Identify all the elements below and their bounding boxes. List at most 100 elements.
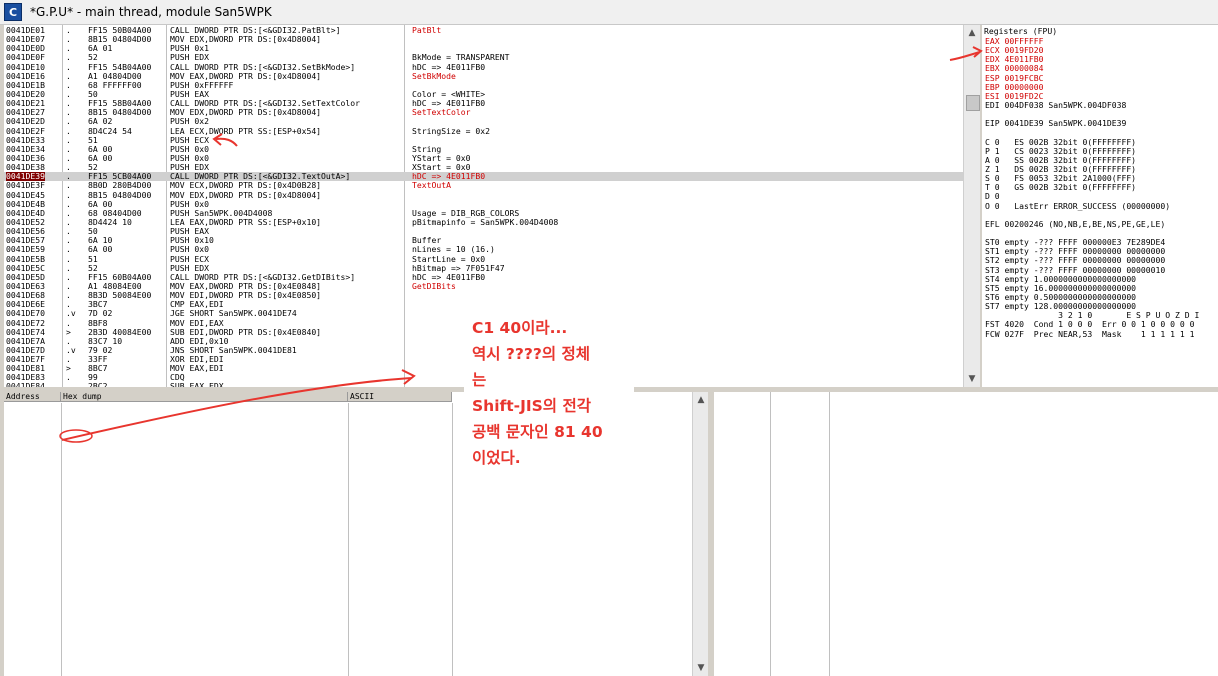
register-line[interactable]: ESI 0019FD2C: [985, 92, 1199, 101]
disasm-address[interactable]: 0041DE45: [6, 191, 45, 200]
register-line[interactable]: [985, 128, 1199, 137]
disasm-row[interactable]: 0041DE0D. 6A 01 PUSH 0x1: [4, 44, 964, 53]
disasm-address[interactable]: 0041DE7F: [6, 355, 45, 364]
register-line[interactable]: EAX 00FFFFFF: [985, 37, 1199, 46]
disasm-address[interactable]: 0041DE21: [6, 99, 45, 108]
register-line[interactable]: EDX 4E011FB0: [985, 55, 1199, 64]
scroll-down-icon[interactable]: ▼: [964, 371, 980, 387]
disasm-row[interactable]: 0041DE59. 6A 00 PUSH 0x0 nLines = 10 (16.): [4, 245, 964, 254]
disasm-row[interactable]: 0041DE36. 6A 00 PUSH 0x0 YStart = 0x0: [4, 154, 964, 163]
disasm-row[interactable]: 0041DE45. 8B15 04804D00 MOV EDX,DWORD PTR …: [4, 191, 964, 200]
disasm-address[interactable]: 0041DE6E: [6, 300, 45, 309]
register-line[interactable]: A 0 SS 002B 32bit 0(FFFFFFFF): [985, 156, 1199, 165]
disasm-address[interactable]: 0041DE56: [6, 227, 45, 236]
disasm-row[interactable]: 0041DE0F. 52 PUSH EDX BkMode = TRANSPARENT: [4, 53, 964, 62]
disasm-row[interactable]: 0041DE38. 52 PUSH EDX XStart = 0x0: [4, 163, 964, 172]
register-line[interactable]: D 0: [985, 192, 1199, 201]
disasm-address[interactable]: 0041DE5D: [6, 273, 45, 282]
disasm-address[interactable]: 0041DE27: [6, 108, 45, 117]
register-line[interactable]: O 0 LastErr ERROR_SUCCESS (00000000): [985, 202, 1199, 211]
disasm-address[interactable]: 0041DE74: [6, 328, 45, 337]
scroll-thumb[interactable]: [966, 95, 980, 111]
register-line[interactable]: C 0 ES 002B 32bit 0(FFFFFFFF): [985, 138, 1199, 147]
register-line[interactable]: 3 2 1 0 E S P U O Z D I: [985, 311, 1199, 320]
disasm-row[interactable]: 0041DE63. A1 48084E00 MOV EAX,DWORD PTR DS…: [4, 282, 964, 291]
disasm-address[interactable]: 0041DE34: [6, 145, 45, 154]
disasm-row[interactable]: 0041DE39. FF15 5CB04A00 CALL DWORD PTR DS:…: [4, 172, 964, 182]
disasm-address[interactable]: 0041DE81: [6, 364, 45, 373]
stack-pane[interactable]: 0019FCBC4E011FB0hDC = 4E011FB00019FCC000…: [714, 392, 1218, 676]
dump-scrollbar[interactable]: ▲ ▼: [692, 392, 708, 676]
disasm-address[interactable]: 0041DE20: [6, 90, 45, 99]
disasm-address[interactable]: 0041DE2F: [6, 127, 45, 136]
disasm-address[interactable]: 0041DE52: [6, 218, 45, 227]
register-line[interactable]: EDI 004DF038 San5WPK.004DF038: [985, 101, 1199, 110]
disasm-address[interactable]: 0041DE2D: [6, 117, 45, 126]
disasm-address[interactable]: 0041DE83: [6, 373, 45, 382]
disasm-row[interactable]: 0041DE4B. 6A 00 PUSH 0x0: [4, 200, 964, 209]
register-line[interactable]: [985, 229, 1199, 238]
disasm-row[interactable]: 0041DE16. A1 04804D00 MOV EAX,DWORD PTR DS…: [4, 72, 964, 81]
register-line[interactable]: EIP 0041DE39 San5WPK.0041DE39: [985, 119, 1199, 128]
disasm-row[interactable]: 0041DE68. 8B3D 50084E00 MOV EDI,DWORD PTR …: [4, 291, 964, 300]
disasm-row[interactable]: 0041DE33. 51 PUSH ECX: [4, 136, 964, 145]
register-line[interactable]: ST7 empty 128.00000000000000000: [985, 302, 1199, 311]
register-line[interactable]: ST0 empty -??? FFFF 000000E3 7E289DE4: [985, 238, 1199, 247]
register-line[interactable]: T 0 GS 002B 32bit 0(FFFFFFFF): [985, 183, 1199, 192]
disasm-address[interactable]: 0041DE36: [6, 154, 45, 163]
register-line[interactable]: EBX 00000084: [985, 64, 1199, 73]
dump-address-header[interactable]: Address: [4, 392, 61, 402]
disasm-row[interactable]: 0041DE57. 6A 10 PUSH 0x10 Buffer: [4, 236, 964, 245]
disasm-address[interactable]: 0041DE07: [6, 35, 45, 44]
disasm-address[interactable]: 0041DE5C: [6, 264, 45, 273]
disasm-row[interactable]: 0041DE3F. 8B0D 280B4D00 MOV ECX,DWORD PTR …: [4, 181, 964, 190]
register-line[interactable]: ST6 empty 0.5000000000000000000: [985, 293, 1199, 302]
disasm-address[interactable]: 0041DE70: [6, 309, 45, 318]
disasm-address[interactable]: 0041DE63: [6, 282, 45, 291]
disasm-address[interactable]: 0041DE39: [6, 172, 45, 182]
disassembly-scrollbar[interactable]: ▲ ▼: [963, 25, 980, 387]
register-line[interactable]: ST4 empty 1.0000000000000000000: [985, 275, 1199, 284]
disasm-address[interactable]: 0041DE57: [6, 236, 45, 245]
disasm-address[interactable]: 0041DE72: [6, 319, 45, 328]
disasm-row[interactable]: 0041DE2D. 6A 02 PUSH 0x2: [4, 117, 964, 126]
disasm-row[interactable]: 0041DE5D. FF15 60B04A00 CALL DWORD PTR DS:…: [4, 273, 964, 282]
disasm-address[interactable]: 0041DE59: [6, 245, 45, 254]
register-line[interactable]: EBP 00000000: [985, 83, 1199, 92]
disasm-row[interactable]: 0041DE5B. 51 PUSH ECX StartLine = 0x0: [4, 255, 964, 264]
disasm-address[interactable]: 0041DE4D: [6, 209, 45, 218]
disasm-row[interactable]: 0041DE07. 8B15 04804D00 MOV EDX,DWORD PTR …: [4, 35, 964, 44]
disasm-address[interactable]: 0041DE33: [6, 136, 45, 145]
register-line[interactable]: FST 4020 Cond 1 0 0 0 Err 0 0 1 0 0 0 0 …: [985, 320, 1199, 329]
disasm-address[interactable]: 0041DE7D: [6, 346, 45, 355]
disasm-row[interactable]: 0041DE10. FF15 54B04A00 CALL DWORD PTR DS:…: [4, 63, 964, 72]
disasm-row[interactable]: 0041DE52. 8D4424 10 LEA EAX,DWORD PTR SS:[…: [4, 218, 964, 227]
disasm-row[interactable]: 0041DE34. 6A 00 PUSH 0x0 String: [4, 145, 964, 154]
register-line[interactable]: ECX 0019FD20: [985, 46, 1199, 55]
register-line[interactable]: FCW 027F Prec NEAR,53 Mask 1 1 1 1 1 1: [985, 330, 1199, 339]
dump-hex-header[interactable]: Hex dump: [61, 392, 348, 402]
register-line[interactable]: ST2 empty -??? FFFF 00000000 00000000: [985, 256, 1199, 265]
register-line[interactable]: S 0 FS 0053 32bit 2A1000(FFF): [985, 174, 1199, 183]
disasm-address[interactable]: 0041DE0F: [6, 53, 45, 62]
disasm-address[interactable]: 0041DE10: [6, 63, 45, 72]
disasm-address[interactable]: 0041DE4B: [6, 200, 45, 209]
debugger-app-icon[interactable]: C: [4, 3, 22, 21]
disasm-row[interactable]: 0041DE56. 50 PUSH EAX: [4, 227, 964, 236]
disasm-row[interactable]: 0041DE01. FF15 50B04A00 CALL DWORD PTR DS:…: [4, 26, 964, 35]
dump-ascii-header[interactable]: ASCII: [348, 392, 452, 402]
disasm-address[interactable]: 0041DE16: [6, 72, 45, 81]
disasm-row[interactable]: 0041DE6E. 3BC7 CMP EAX,EDI: [4, 300, 964, 309]
disasm-address[interactable]: 0041DE38: [6, 163, 45, 172]
register-line[interactable]: [985, 211, 1199, 220]
register-line[interactable]: ESP 0019FCBC: [985, 74, 1199, 83]
disasm-row[interactable]: 0041DE27. 8B15 04804D00 MOV EDX,DWORD PTR …: [4, 108, 964, 117]
disasm-row[interactable]: 0041DE4D. 68 08404D00 PUSH San5WPK.004D400…: [4, 209, 964, 218]
disasm-row[interactable]: 0041DE5C. 52 PUSH EDX hBitmap => 7F051F47: [4, 264, 964, 273]
register-line[interactable]: EFL 00200246 (NO,NB,E,BE,NS,PE,GE,LE): [985, 220, 1199, 229]
register-line[interactable]: ST5 empty 16.000000000000000000: [985, 284, 1199, 293]
disasm-address[interactable]: 0041DE0D: [6, 44, 45, 53]
scroll-down-icon[interactable]: ▼: [693, 660, 708, 676]
disasm-address[interactable]: 0041DE1B: [6, 81, 45, 90]
disasm-address[interactable]: 0041DE84: [6, 382, 45, 387]
